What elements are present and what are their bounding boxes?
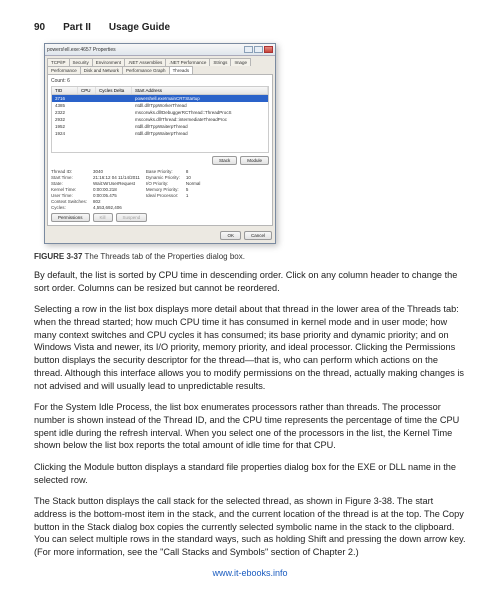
tab-image[interactable]: Image bbox=[230, 58, 251, 66]
tab-net-performance[interactable]: .NET Performance bbox=[165, 58, 210, 66]
close-icon[interactable] bbox=[264, 46, 273, 53]
title-bar[interactable]: powers!ell.exe:4657 Properties bbox=[45, 44, 275, 56]
detail-value: 5 bbox=[186, 187, 201, 192]
tab-environment[interactable]: Environment bbox=[92, 58, 125, 66]
header-section: Usage Guide bbox=[109, 22, 170, 33]
permissions-button[interactable]: Permissions bbox=[51, 213, 90, 222]
minimize-icon[interactable] bbox=[244, 46, 253, 53]
page-number: 90 bbox=[34, 22, 45, 33]
page-header: 90 Part II Usage Guide bbox=[34, 22, 466, 33]
thread-count: Count: 6 bbox=[51, 78, 269, 84]
thread-list[interactable]: 3716powershell.exe!mainCRTStartup4385ntd… bbox=[51, 95, 269, 153]
detail-value: 4,553,692,406 bbox=[93, 205, 140, 210]
body-paragraph: By default, the list is sorted by CPU ti… bbox=[34, 269, 466, 294]
body-paragraph: Selecting a row in the list box displays… bbox=[34, 303, 466, 392]
cancel-button[interactable]: Cancel bbox=[244, 231, 272, 240]
tab-threads[interactable]: Threads bbox=[169, 66, 194, 74]
col-start-address[interactable]: Start Address bbox=[132, 87, 268, 94]
tab-tcpip[interactable]: TCP/IP bbox=[47, 58, 70, 66]
header-part: Part II bbox=[63, 22, 91, 33]
table-row[interactable]: 2322mscorwks.dll!DebuggerRCThread::Threa… bbox=[52, 109, 268, 116]
module-button[interactable]: Module bbox=[240, 156, 269, 165]
table-row[interactable]: 4385ntdll.dll!TppWorkerThread bbox=[52, 102, 268, 109]
detail-label: Context Switches: bbox=[51, 199, 87, 204]
tab-performance-graph[interactable]: Performance Graph bbox=[122, 66, 170, 74]
detail-label: State: bbox=[51, 181, 87, 186]
properties-dialog: powers!ell.exe:4657 Properties TCP/IP Se… bbox=[44, 43, 276, 244]
caption-text: The Threads tab of the Properties dialog… bbox=[85, 252, 245, 261]
list-header[interactable]: TID CPU Cycles Delta Start Address bbox=[51, 86, 269, 95]
dialog-footer: OK Cancel bbox=[45, 228, 275, 243]
tab-net-assemblies[interactable]: .NET Assemblies bbox=[124, 58, 166, 66]
threads-panel: Count: 6 TID CPU Cycles Delta Start Addr… bbox=[47, 74, 273, 226]
body-paragraph: The Stack button displays the call stack… bbox=[34, 495, 466, 558]
detail-label: User Time: bbox=[51, 193, 87, 198]
table-row[interactable]: 1924ntdll.dll!TppWaiterpThread bbox=[52, 130, 268, 137]
body-paragraph: For the System Idle Process, the list bo… bbox=[34, 401, 466, 452]
table-row[interactable]: 3716powershell.exe!mainCRTStartup bbox=[52, 95, 268, 102]
table-row[interactable]: 1952ntdll.dll!TppWaiterpThread bbox=[52, 123, 268, 130]
tab-strings[interactable]: Strings bbox=[209, 58, 231, 66]
col-cpu[interactable]: CPU bbox=[78, 87, 96, 94]
detail-value: 3040 bbox=[93, 169, 140, 174]
count-value: 6 bbox=[67, 78, 70, 84]
detail-label: Base Priority: bbox=[146, 169, 180, 174]
detail-value: 8 bbox=[186, 169, 201, 174]
detail-value: 21:16:12 04 11/14/2011 bbox=[93, 175, 140, 180]
detail-value: Normal bbox=[186, 181, 201, 186]
window-title: powers!ell.exe:4657 Properties bbox=[47, 47, 116, 53]
caption-label: FIGURE 3-37 bbox=[34, 252, 82, 261]
tab-security[interactable]: Security bbox=[69, 58, 93, 66]
footer-link[interactable]: www.it-ebooks.info bbox=[34, 568, 466, 578]
suspend-button[interactable]: Suspend bbox=[116, 213, 148, 222]
maximize-icon[interactable] bbox=[254, 46, 263, 53]
body-paragraph: Clicking the Module button displays a st… bbox=[34, 461, 466, 486]
detail-label: Cycles: bbox=[51, 205, 87, 210]
detail-label: Kernel Time: bbox=[51, 187, 87, 192]
tab-performance[interactable]: Performance bbox=[47, 66, 81, 74]
detail-label: Start Time: bbox=[51, 175, 87, 180]
table-row[interactable]: 2932mscorwks.dll!Thread::intermediateThr… bbox=[52, 116, 268, 123]
col-cycles-delta[interactable]: Cycles Delta bbox=[96, 87, 132, 94]
tab-disk-network[interactable]: Disk and Network bbox=[80, 66, 123, 74]
figure-dialog: powers!ell.exe:4657 Properties TCP/IP Se… bbox=[44, 43, 466, 244]
detail-value: 1 bbox=[186, 193, 201, 198]
detail-label: Memory Priority: bbox=[146, 187, 180, 192]
detail-value: 0:00:00.218 bbox=[93, 187, 140, 192]
thread-detail: Thread ID:Start Time:State:Kernel Time:U… bbox=[51, 169, 269, 210]
figure-caption: FIGURE 3-37 The Threads tab of the Prope… bbox=[34, 252, 466, 261]
col-tid[interactable]: TID bbox=[52, 87, 78, 94]
stack-button[interactable]: Stack bbox=[212, 156, 237, 165]
ok-button[interactable]: OK bbox=[220, 231, 241, 240]
detail-label: I/O Priority: bbox=[146, 181, 180, 186]
detail-value: 802 bbox=[93, 199, 140, 204]
detail-value: 10 bbox=[186, 175, 201, 180]
detail-value: 0:00:05.475 bbox=[93, 193, 140, 198]
detail-label: Ideal Processor: bbox=[146, 193, 180, 198]
detail-label: Thread ID: bbox=[51, 169, 87, 174]
kill-button[interactable]: Kill bbox=[93, 213, 113, 222]
tab-strip: TCP/IP Security Environment .NET Assembl… bbox=[45, 56, 275, 74]
count-label: Count: bbox=[51, 78, 66, 84]
detail-value: Wait:WrUserRequest bbox=[93, 181, 140, 186]
detail-label: Dynamic Priority: bbox=[146, 175, 180, 180]
